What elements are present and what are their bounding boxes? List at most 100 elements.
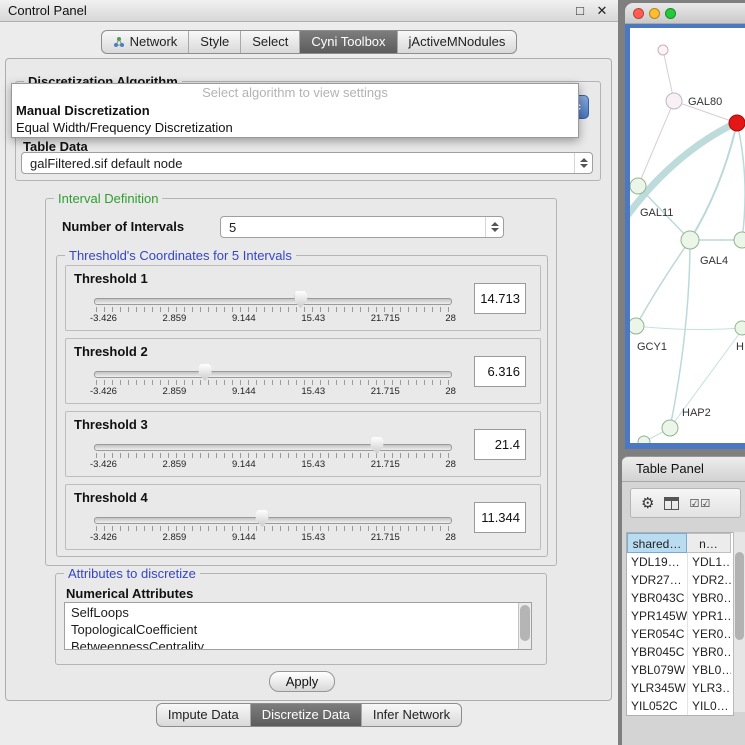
threshold-4-value-field[interactable]: 11.344	[474, 502, 526, 533]
threshold-3-value-field[interactable]: 21.4	[474, 429, 526, 460]
tab-infer-network[interactable]: Infer Network	[361, 704, 461, 726]
numerical-attributes-list[interactable]: SelfLoopsTopologicalCoefficientBetweenne…	[64, 602, 532, 650]
network-window-titlebar	[625, 3, 745, 24]
threshold-1-value-field[interactable]: 14.713	[474, 283, 526, 314]
list-item[interactable]: SelfLoops	[65, 604, 518, 621]
threshold-4-slider[interactable]	[94, 509, 452, 531]
slider-thumb[interactable]	[256, 510, 269, 527]
threshold-4-panel: Threshold 4 -3.4262.8599.14415.4321.7152…	[65, 484, 541, 550]
slider-thumb[interactable]	[370, 437, 383, 454]
network-graph: GAL80 GAL11 GAL4 GCY1 HAP2 H	[630, 28, 745, 443]
algorithm-dropdown: Select algorithm to view settings Manual…	[11, 83, 579, 138]
apply-button[interactable]: Apply	[269, 671, 335, 692]
list-scrollbar[interactable]	[518, 603, 531, 649]
network-node-gcy1[interactable]	[630, 318, 644, 334]
close-icon[interactable]: ✕	[594, 3, 610, 19]
thresholds-group: Threshold's Coordinates for 5 Intervals …	[56, 255, 548, 557]
close-traffic-light-icon[interactable]	[633, 8, 644, 19]
slider-ticks	[96, 380, 450, 385]
table-row[interactable]: YBL079WYBL0…	[627, 661, 733, 679]
table-row[interactable]: YDL19…YDL1…	[627, 553, 733, 571]
threshold-label: Threshold 3	[74, 417, 148, 432]
slider-thumb[interactable]	[294, 291, 307, 308]
select-columns-icon[interactable]: ☑☑	[689, 497, 711, 510]
gear-icon[interactable]: ⚙	[641, 496, 654, 511]
list-item[interactable]: BetweennessCentrality	[65, 638, 518, 650]
scale-tick-label: 9.144	[232, 386, 256, 397]
table-row[interactable]: YDR27…YDR2…	[627, 571, 733, 589]
number-of-intervals-label: Number of Intervals	[62, 219, 184, 234]
slider-track[interactable]	[94, 444, 452, 451]
tab-discretize-data[interactable]: Discretize Data	[250, 704, 361, 726]
table-row[interactable]: YER054CYER0…	[627, 625, 733, 643]
network-node-gal80[interactable]	[666, 93, 682, 109]
threshold-2-value-field[interactable]: 6.316	[474, 356, 526, 387]
tab-label: Style	[200, 31, 229, 53]
network-node-hap2[interactable]	[662, 420, 678, 436]
column-header[interactable]: shared…	[627, 533, 687, 553]
tab-impute-data[interactable]: Impute Data	[157, 704, 250, 726]
tab-network[interactable]: Network	[102, 31, 189, 53]
minimize-traffic-light-icon[interactable]	[649, 8, 660, 19]
slider-thumb[interactable]	[198, 364, 211, 381]
threshold-2-slider[interactable]	[94, 363, 452, 385]
network-node-gal4[interactable]	[681, 231, 699, 249]
screen: Control Panel □ ✕ Network Style Select C…	[0, 0, 745, 745]
network-node[interactable]	[638, 436, 650, 443]
network-edge	[630, 120, 742, 220]
node-label-gal4: GAL4	[700, 255, 728, 267]
slider-track[interactable]	[94, 371, 452, 378]
tab-cyni-toolbox[interactable]: Cyni Toolbox	[299, 31, 396, 53]
scale-tick-label: -3.426	[90, 386, 117, 397]
scale-tick-label: 28	[445, 532, 456, 543]
network-node[interactable]	[735, 321, 745, 335]
threshold-3-panel: Threshold 3 -3.4262.8599.14415.4321.7152…	[65, 411, 541, 477]
table-body: YDL19…YDL1…YDR27…YDR2…YBR043CYBR0…YPR145…	[627, 553, 733, 715]
table-row[interactable]: YLR345WYLR3…	[627, 679, 733, 697]
tab-select[interactable]: Select	[240, 31, 299, 53]
float-window-icon[interactable]: □	[572, 3, 588, 19]
column-header[interactable]: n…	[687, 533, 731, 553]
table-row[interactable]: YBR043CYBR0…	[627, 589, 733, 607]
table-row[interactable]: YPR145WYPR1…	[627, 607, 733, 625]
group-title: Attributes to discretize	[64, 566, 200, 581]
table-cell: YDR27…	[627, 571, 687, 589]
table-panel-title: Table Panel	[636, 457, 704, 481]
network-node[interactable]	[658, 45, 668, 55]
tab-label: Network	[130, 31, 178, 53]
scrollbar-thumb[interactable]	[735, 552, 744, 640]
tab-label: Infer Network	[373, 704, 450, 726]
table-cell: YLR345W	[627, 679, 687, 697]
table-row[interactable]: YIL052CYIL0…	[627, 697, 733, 715]
columns-icon[interactable]	[664, 497, 679, 510]
network-node-selected-red[interactable]	[729, 115, 745, 131]
combo-stepper-icon	[485, 217, 503, 237]
table-cell: YDL19…	[627, 553, 687, 571]
table-cell: YER0…	[687, 625, 731, 643]
cyni-toolbox-panel: Discretization Algorithm Select algorith…	[5, 58, 612, 701]
number-of-intervals-combo[interactable]: 5	[220, 216, 504, 238]
zoom-traffic-light-icon[interactable]	[665, 8, 676, 19]
table-toolbar: ⚙ ☑☑	[630, 488, 741, 518]
dropdown-option-equal-width[interactable]: Equal Width/Frequency Discretization	[12, 119, 578, 136]
network-node[interactable]	[734, 232, 745, 248]
scrollbar-thumb[interactable]	[520, 605, 530, 641]
table-scrollbar[interactable]	[733, 532, 745, 712]
slider-track[interactable]	[94, 517, 452, 524]
dropdown-option-manual-discretization[interactable]: Manual Discretization	[12, 102, 578, 119]
network-canvas[interactable]: GAL80 GAL11 GAL4 GCY1 HAP2 H	[630, 28, 745, 443]
list-item[interactable]: TopologicalCoefficient	[65, 621, 518, 638]
slider-track[interactable]	[94, 298, 452, 305]
bottom-tab-bar: Impute Data Discretize Data Infer Networ…	[0, 703, 618, 727]
table-cell: YPR1…	[687, 607, 731, 625]
tab-jactivemnodules[interactable]: jActiveMNodules	[397, 31, 517, 53]
scale-tick-label: -3.426	[90, 459, 117, 470]
scale-tick-label: 2.859	[163, 532, 187, 543]
table-row[interactable]: YBR045CYBR0…	[627, 643, 733, 661]
network-node-gal11[interactable]	[630, 178, 646, 194]
table-data-combo[interactable]: galFiltered.sif default node	[21, 152, 593, 174]
tab-style[interactable]: Style	[188, 31, 240, 53]
threshold-3-slider[interactable]	[94, 436, 452, 458]
threshold-1-slider[interactable]	[94, 290, 452, 312]
dropdown-prompt: Select algorithm to view settings	[12, 84, 578, 102]
